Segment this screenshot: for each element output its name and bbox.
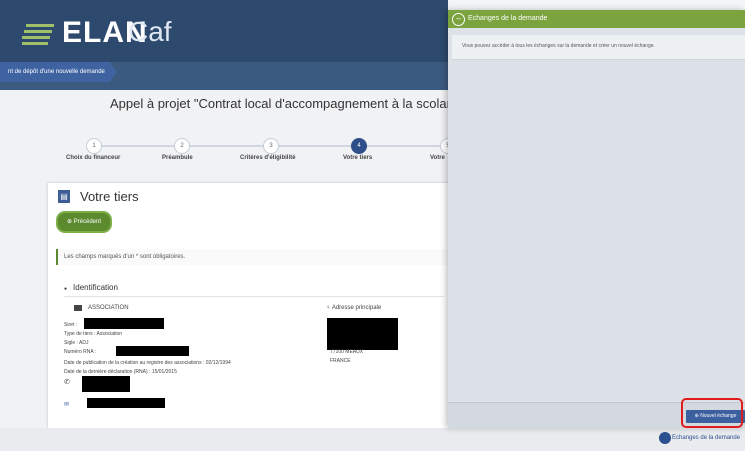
logo-bars-icon	[22, 24, 54, 45]
redacted-email	[87, 398, 165, 408]
address-country: FRANCE	[330, 358, 351, 364]
panel-info-message: Vous pouvez accéder à tous les échanges …	[462, 43, 655, 49]
step-1-label: Choix du financeur	[66, 155, 121, 161]
mail-icon: ✉	[64, 402, 70, 408]
id-card-icon	[74, 305, 82, 311]
redacted-rna	[116, 346, 189, 356]
siret-label: Siret :	[64, 322, 78, 328]
exchanges-tab-icon[interactable]	[659, 432, 671, 444]
bottom-bar	[0, 428, 745, 451]
breadcrumb[interactable]: nt de dépôt d'une nouvelle demande	[0, 62, 117, 82]
step-1[interactable]: 1	[86, 138, 102, 154]
phone-icon: ✆	[64, 379, 70, 386]
required-fields-note: Les champs marqués d'un * sont obligatoi…	[56, 249, 456, 265]
publication-line: Date de publication de la création au re…	[64, 360, 231, 366]
highlight-box	[681, 398, 743, 428]
collapse-icon[interactable]: –	[452, 13, 465, 26]
page-title: Appel à projet "Contrat local d'accompag…	[110, 96, 507, 111]
step-3[interactable]: 3	[263, 138, 279, 154]
step-5-label: Votre	[430, 155, 445, 161]
redacted-siret	[84, 318, 164, 329]
association-label: ASSOCIATION	[88, 305, 129, 311]
step-4-label: Votre tiers	[343, 155, 373, 161]
previous-button[interactable]: ⊕ Précédent	[56, 211, 112, 233]
section-divider	[64, 296, 444, 297]
type-line: Type de tiers : Association	[64, 331, 123, 337]
redacted-phone	[82, 376, 130, 392]
step-2-label: Préambule	[162, 155, 193, 161]
sigle-line: Sigle : ADJ	[64, 340, 89, 346]
address-city: 77100 MEAUX	[330, 349, 364, 355]
step-4[interactable]: 4	[351, 138, 367, 154]
identification-section-title[interactable]: Identification	[64, 283, 118, 292]
address-label: ♀ Adresse principale	[326, 305, 382, 311]
rna-label: Numéro RNA :	[64, 349, 97, 355]
redacted-address	[327, 318, 398, 350]
card-title: Votre tiers	[80, 189, 139, 204]
document-icon: ▤	[58, 190, 70, 203]
logo-sub-text: Caf	[128, 16, 172, 47]
exchanges-tab-label[interactable]: Echanges de la demande	[672, 435, 740, 441]
step-3-label: Critères d'éligibilité	[240, 155, 296, 161]
panel-title: Echanges de la demande	[468, 15, 548, 22]
step-2[interactable]: 2	[174, 138, 190, 154]
declaration-line: Date de la dernière déclaration (RNA) : …	[64, 369, 177, 375]
exchanges-panel	[448, 10, 745, 428]
